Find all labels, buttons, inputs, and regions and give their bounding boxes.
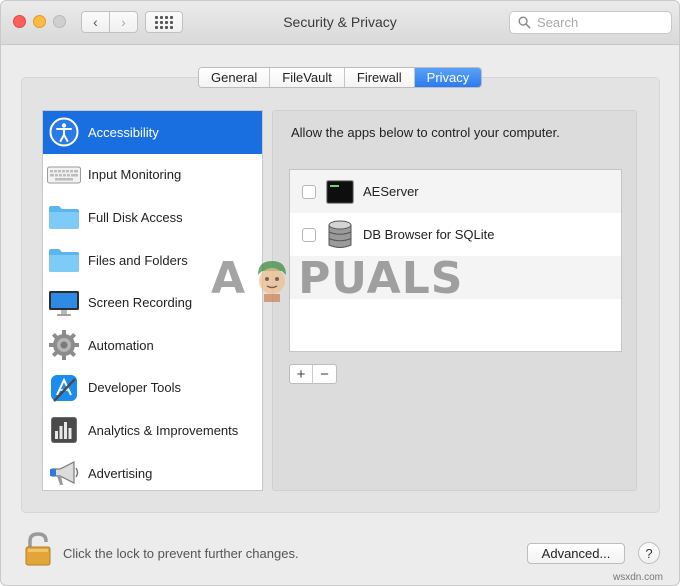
add-app-button[interactable]: + xyxy=(290,365,313,383)
app-name: AEServer xyxy=(363,184,419,199)
sidebar-item-label: Advertising xyxy=(88,465,153,481)
search-icon xyxy=(518,16,531,29)
privacy-category-list: Accessibility Input Monitoring Full Disk… xyxy=(42,110,263,491)
tab-general[interactable]: General xyxy=(199,68,271,87)
sidebar-item-automation[interactable]: Automation xyxy=(43,324,262,367)
analytics-icon xyxy=(47,413,81,447)
add-remove-control: + − xyxy=(289,364,337,384)
sidebar-item-label: Full Disk Access xyxy=(88,209,183,225)
list-item[interactable]: DB Browser for SQLite xyxy=(290,213,621,256)
terminal-icon xyxy=(325,177,355,207)
database-icon xyxy=(325,220,355,250)
sidebar-item-developer-tools[interactable]: Developer Tools xyxy=(43,367,262,410)
remove-app-button[interactable]: − xyxy=(313,365,336,383)
lock-status-text: Click the lock to prevent further change… xyxy=(63,546,299,561)
system-preferences-window: ‹ › Security & Privacy General FileVault… xyxy=(0,0,680,586)
sidebar-item-label: Automation xyxy=(88,337,154,353)
list-item[interactable]: AEServer xyxy=(290,170,621,213)
app-name: DB Browser for SQLite xyxy=(363,227,495,242)
sidebar-item-label: Input Monitoring xyxy=(88,167,182,183)
sidebar-item-advertising[interactable]: Advertising xyxy=(43,452,262,490)
app-list: AEServer DB Browser for SQLite xyxy=(289,169,622,352)
app-checkbox[interactable] xyxy=(302,227,316,242)
tab-filevault[interactable]: FileVault xyxy=(270,68,345,87)
sidebar-item-label: Developer Tools xyxy=(88,380,181,396)
advanced-button[interactable]: Advanced... xyxy=(527,543,625,564)
search-input[interactable] xyxy=(537,15,657,30)
sidebar-item-input-monitoring[interactable]: Input Monitoring xyxy=(43,154,262,197)
tab-firewall[interactable]: Firewall xyxy=(344,68,415,87)
sidebar-item-label: Files and Folders xyxy=(88,252,188,268)
sidebar-item-screen-recording[interactable]: Screen Recording xyxy=(43,281,262,324)
help-button[interactable]: ? xyxy=(638,542,660,564)
title-bar: ‹ › Security & Privacy xyxy=(1,1,679,45)
lock-icon[interactable] xyxy=(21,531,55,567)
panel-description: Allow the apps below to control your com… xyxy=(291,125,560,140)
keyboard-icon xyxy=(47,158,81,192)
sidebar-item-label: Analytics & Improvements xyxy=(88,422,239,438)
monitor-icon xyxy=(47,286,81,320)
developer-tools-icon xyxy=(47,371,81,405)
sidebar-item-accessibility[interactable]: Accessibility xyxy=(43,111,262,154)
sidebar-item-full-disk-access[interactable]: Full Disk Access xyxy=(43,196,262,239)
preferences-tabs: General FileVault Firewall Privacy xyxy=(198,67,483,88)
search-field[interactable] xyxy=(509,11,672,34)
megaphone-icon xyxy=(47,456,81,490)
sidebar-item-label: Accessibility xyxy=(88,124,159,140)
folder-icon xyxy=(47,243,81,277)
list-item xyxy=(290,256,621,299)
sidebar-item-label: Screen Recording xyxy=(88,295,193,311)
list-item xyxy=(290,299,621,342)
tab-privacy[interactable]: Privacy xyxy=(414,68,482,87)
source-watermark: wsxdn.com xyxy=(613,572,664,583)
sidebar-item-files-and-folders[interactable]: Files and Folders xyxy=(43,239,262,282)
app-checkbox[interactable] xyxy=(302,184,316,199)
gear-icon xyxy=(47,328,81,362)
accessibility-detail-panel: Allow the apps below to control your com… xyxy=(272,110,637,491)
folder-icon xyxy=(47,200,81,234)
accessibility-icon xyxy=(47,115,81,149)
sidebar-item-analytics-and-improvements[interactable]: Analytics & Improvements xyxy=(43,409,262,452)
